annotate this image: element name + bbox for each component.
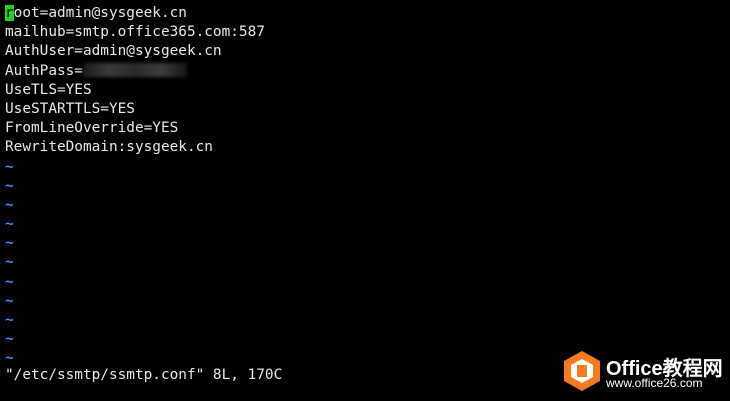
config-line-usetls: UseTLS=YES (5, 81, 92, 98)
empty-line-marker: ~ (5, 331, 14, 348)
empty-line-marker: ~ (5, 254, 14, 271)
empty-line-marker: ~ (5, 196, 14, 213)
empty-line-marker: ~ (5, 158, 14, 175)
empty-line-marker: ~ (5, 177, 14, 194)
empty-line-marker: ~ (5, 292, 14, 309)
config-line-authuser: AuthUser=admin@sysgeek.cn (5, 43, 222, 60)
terminal-window[interactable]: root=admin@sysgeek.cn mailhub=smtp.offic… (0, 0, 730, 401)
empty-line-marker: ~ (5, 235, 14, 252)
empty-line-marker: ~ (5, 216, 14, 233)
office-logo-icon (564, 351, 600, 391)
file-content: root=admin@sysgeek.cn mailhub=smtp.offic… (5, 4, 265, 369)
config-line-rewritedomain: RewriteDomain:sysgeek.cn (5, 139, 213, 156)
config-line-text: oot=admin@sysgeek.cn (13, 5, 187, 21)
watermark-url: www.office26.com (606, 376, 703, 390)
text-cursor: r (5, 5, 14, 21)
empty-line-marker: ~ (5, 273, 14, 290)
config-line-fromlineoverride: FromLineOverride=YES (5, 120, 179, 137)
config-line-authpass: AuthPass= (5, 62, 265, 81)
config-line-text: AuthPass= (5, 62, 83, 79)
config-line-usestarttls: UseSTARTTLS=YES (5, 100, 135, 117)
redacted-password (82, 62, 187, 77)
config-line-mailhub: mailhub=smtp.office365.com:587 (5, 24, 265, 41)
config-line-root: root=admin@sysgeek.cn (5, 4, 265, 23)
empty-line-marker: ~ (5, 312, 14, 328)
vim-status-line: "/etc/ssmtp/ssmtp.conf" 8L, 170C (5, 367, 283, 383)
office26-watermark: Office教程网 www.office26.com (562, 350, 728, 394)
